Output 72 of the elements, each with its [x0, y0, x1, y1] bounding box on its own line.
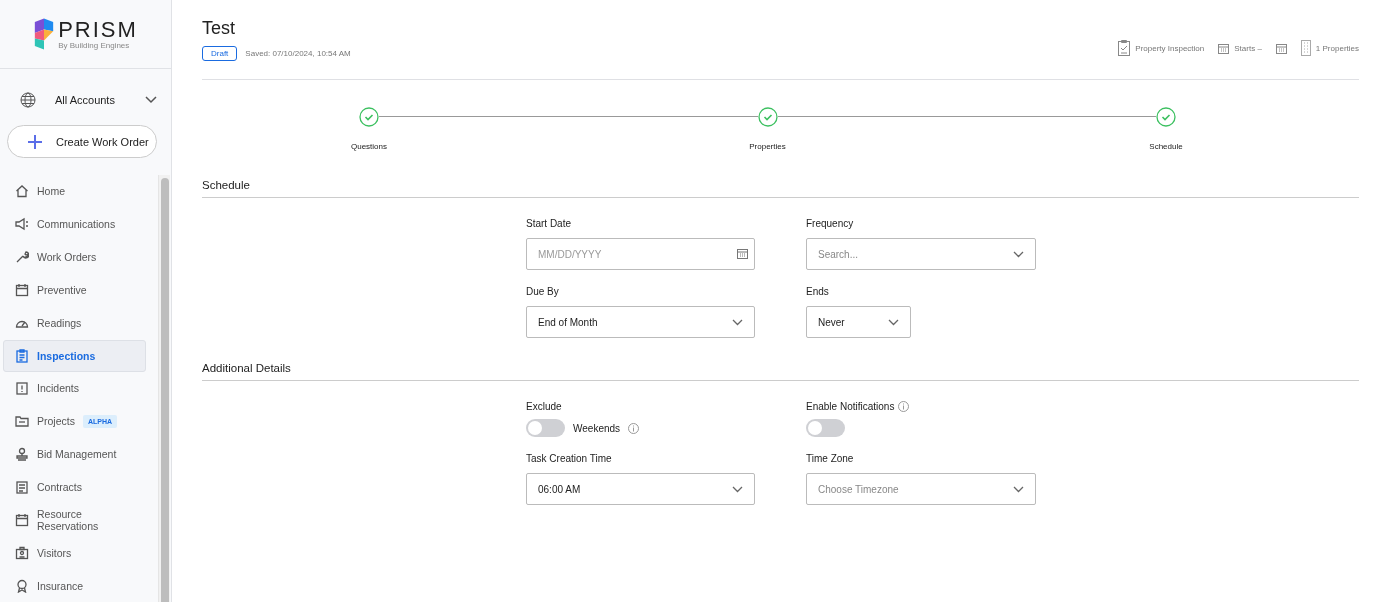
chevron-down-icon — [1013, 250, 1024, 258]
calendar-icon — [1275, 42, 1287, 54]
chevron-down-icon — [888, 318, 899, 326]
logo-wordmark: PRISM — [58, 18, 138, 41]
toggle-label: Weekends — [573, 422, 621, 434]
dropdown-field[interactable]: Never — [806, 306, 911, 338]
nav-item[interactable]: Resource Reservations — [3, 504, 146, 537]
award-icon — [15, 579, 29, 593]
saved-timestamp: Saved: 07/10/2024, 10:54 AM — [245, 49, 351, 58]
calendar-icon — [1218, 42, 1230, 54]
field-label: Due By — [526, 285, 559, 297]
dropdown-field[interactable]: Search... — [806, 238, 1036, 270]
id-badge-icon — [15, 546, 29, 561]
step-label: Questions — [351, 142, 387, 151]
wrench-icon — [15, 249, 29, 264]
nav-item[interactable]: Inspections — [3, 339, 146, 372]
section-title: Additional Details — [202, 362, 1359, 381]
megaphone-icon — [15, 216, 29, 231]
document-icon — [15, 480, 29, 495]
meta-text: 1 Properties — [1315, 43, 1359, 53]
field-label: Task Creation Time — [526, 452, 612, 464]
chevron-down-icon — [732, 485, 743, 493]
step-label: Properties — [749, 142, 786, 151]
chevron-down-icon — [145, 96, 157, 104]
dropdown-field[interactable]: 06:00 AM — [526, 473, 755, 505]
scrollbar[interactable] — [158, 175, 170, 602]
field-label: Enable Notifications — [806, 400, 895, 412]
nav-item[interactable]: Insurance — [3, 570, 146, 602]
date-field[interactable]: MM/DD/YYYY — [526, 238, 755, 270]
nav-item[interactable]: Incidents — [3, 372, 146, 405]
folder-icon — [15, 414, 29, 429]
stamp-icon — [15, 447, 29, 462]
field-label: Start Date — [526, 217, 572, 229]
nav-item[interactable]: Home — [3, 175, 146, 207]
toggle-switch[interactable] — [526, 419, 565, 437]
dropdown-field[interactable]: End of Month — [526, 306, 755, 338]
logo-icon — [33, 18, 56, 50]
toggle-switch[interactable] — [806, 419, 845, 437]
create-work-order-button[interactable]: Create Work Order — [7, 125, 157, 158]
field-label: Frequency — [806, 217, 854, 229]
home-icon — [15, 183, 29, 198]
clipboard-icon — [1118, 40, 1131, 56]
nav-item[interactable]: Readings — [3, 306, 146, 339]
page-title: Test — [202, 18, 236, 39]
building-icon — [1300, 40, 1311, 56]
calendar-icon — [15, 282, 29, 297]
nav-item[interactable]: Contracts — [3, 471, 146, 504]
chevron-down-icon — [732, 318, 743, 326]
field-label: Ends — [806, 285, 829, 297]
calendar-icon — [15, 513, 29, 528]
nav-item[interactable]: Work Orders — [3, 240, 146, 273]
section-title: Schedule — [202, 179, 1359, 198]
nav-item[interactable]: Visitors — [3, 537, 146, 570]
account-selector[interactable]: All Accounts — [20, 89, 157, 111]
field-label: Time Zone — [806, 452, 854, 464]
nav-item[interactable]: Communications — [3, 207, 146, 240]
logo-tagline: By Building Engines — [58, 40, 131, 50]
meta-text: Property Inspection — [1135, 43, 1205, 53]
nav-item[interactable]: Preventive — [3, 273, 146, 306]
plus-icon — [28, 134, 42, 149]
globe-icon — [20, 92, 36, 108]
meta-text: Starts – — [1234, 43, 1262, 53]
step-label: Schedule — [1149, 142, 1183, 151]
dropdown-field[interactable]: Choose Timezone — [806, 473, 1036, 505]
nav-item[interactable]: Bid Management — [3, 438, 146, 471]
chevron-down-icon — [1013, 485, 1024, 493]
field-label: Exclude — [526, 400, 562, 412]
info-icon — [628, 422, 640, 434]
clipboard-icon — [15, 348, 29, 363]
status-tag: Draft — [202, 46, 238, 61]
alert-icon — [15, 381, 29, 396]
calendar-icon — [737, 248, 748, 259]
